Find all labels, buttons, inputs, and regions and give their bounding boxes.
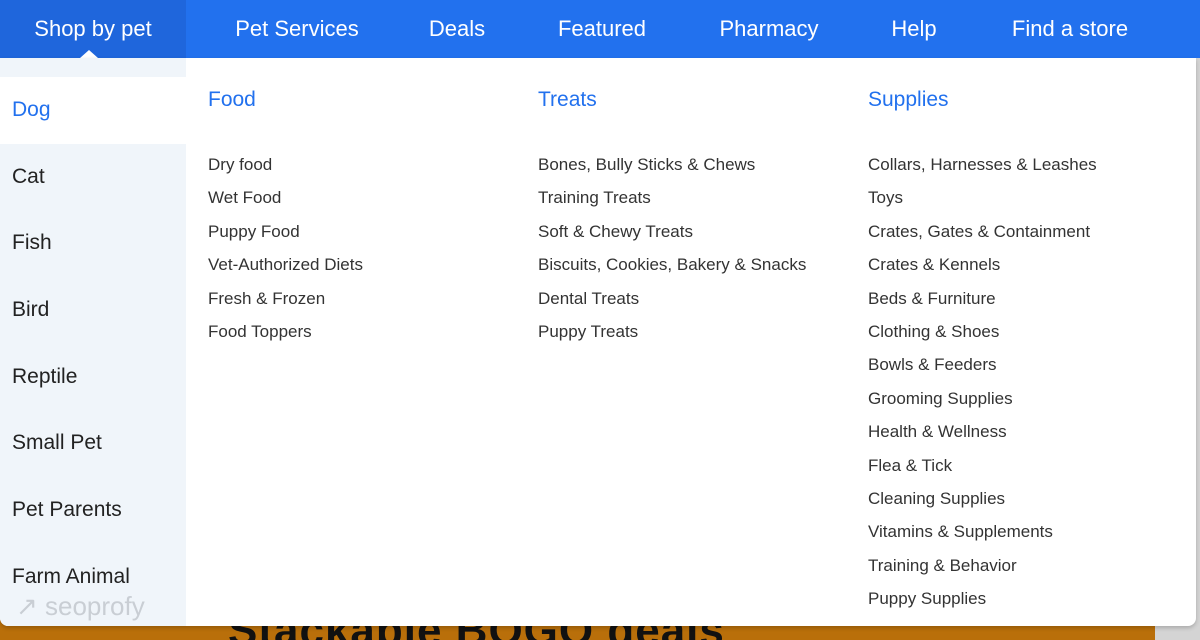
column-heading[interactable]: Supplies xyxy=(868,88,1097,112)
sidebar-item-bird[interactable]: Bird xyxy=(0,277,186,344)
menu-link[interactable]: Cleaning Supplies xyxy=(868,489,1097,522)
top-nav: Shop by pet Pet Services Deals Featured … xyxy=(0,0,1200,58)
menu-link[interactable]: Training Treats xyxy=(538,188,806,221)
menu-link[interactable]: Soft & Chewy Treats xyxy=(538,222,806,255)
menu-link[interactable]: Vet-Authorized Diets xyxy=(208,255,363,288)
menu-link[interactable]: Bones, Bully Sticks & Chews xyxy=(538,155,806,188)
menu-link[interactable]: Flea & Tick xyxy=(868,456,1097,489)
column-treats: Treats Bones, Bully Sticks & Chews Trainin… xyxy=(538,88,806,355)
nav-help[interactable]: Help xyxy=(840,0,988,58)
menu-link[interactable]: Grooming Supplies xyxy=(868,389,1097,422)
menu-link[interactable]: Dry food xyxy=(208,155,363,188)
menu-link[interactable]: Toys xyxy=(868,188,1097,221)
menu-link[interactable]: Dental Treats xyxy=(538,289,806,322)
menu-link[interactable]: Wet Food xyxy=(208,188,363,221)
nav-deals[interactable]: Deals xyxy=(408,0,506,58)
nav-pet-services[interactable]: Pet Services xyxy=(186,0,408,58)
pet-sidebar: Dog Cat Fish Bird Reptile Small Pet Pet Parent… xyxy=(0,58,186,626)
sidebar-item-fish[interactable]: Fish xyxy=(0,210,186,277)
menu-link[interactable]: Bowls & Feeders xyxy=(868,355,1097,388)
sidebar-item-cat[interactable]: Cat xyxy=(0,144,186,211)
menu-link[interactable]: Crates & Kennels xyxy=(868,255,1097,288)
menu-link[interactable]: Clothing & Shoes xyxy=(868,322,1097,355)
menu-link[interactable]: Puppy Treats xyxy=(538,322,806,355)
menu-link[interactable]: Puppy Food xyxy=(208,222,363,255)
menu-link[interactable]: Vitamins & Supplements xyxy=(868,522,1097,555)
sidebar-item-reptile[interactable]: Reptile xyxy=(0,344,186,411)
menu-link[interactable]: Collars, Harnesses & Leashes xyxy=(868,155,1097,188)
menu-link[interactable]: Crates, Gates & Containment xyxy=(868,222,1097,255)
menu-link[interactable]: Beds & Furniture xyxy=(868,289,1097,322)
watermark-logo: ↗ seoprofy xyxy=(16,591,145,621)
nav-find-a-store[interactable]: Find a store xyxy=(988,0,1152,58)
sidebar-item-pet-parents[interactable]: Pet Parents xyxy=(0,477,186,544)
column-heading[interactable]: Food xyxy=(208,88,363,112)
menu-link[interactable]: Training & Behavior xyxy=(868,556,1097,589)
nav-pharmacy[interactable]: Pharmacy xyxy=(698,0,840,58)
nav-shop-by-pet[interactable]: Shop by pet xyxy=(0,0,186,58)
menu-link[interactable]: Fresh & Frozen xyxy=(208,289,363,322)
sidebar-item-dog[interactable]: Dog xyxy=(0,77,186,144)
menu-link[interactable]: Puppy Supplies xyxy=(868,589,1097,622)
column-supplies: Supplies Collars, Harnesses & Leashes Toys… xyxy=(868,88,1097,622)
nav-featured[interactable]: Featured xyxy=(506,0,698,58)
sidebar-item-small-pet[interactable]: Small Pet xyxy=(0,410,186,477)
column-heading[interactable]: Treats xyxy=(538,88,806,112)
menu-link[interactable]: Biscuits, Cookies, Bakery & Snacks xyxy=(538,255,806,288)
mega-menu-panel: Dog Cat Fish Bird Reptile Small Pet Pet Parent… xyxy=(0,58,1196,626)
menu-link[interactable]: Food Toppers xyxy=(208,322,363,355)
menu-link[interactable]: Health & Wellness xyxy=(868,422,1097,455)
column-food: Food Dry food Wet Food Puppy Food Vet-Author… xyxy=(208,88,363,355)
